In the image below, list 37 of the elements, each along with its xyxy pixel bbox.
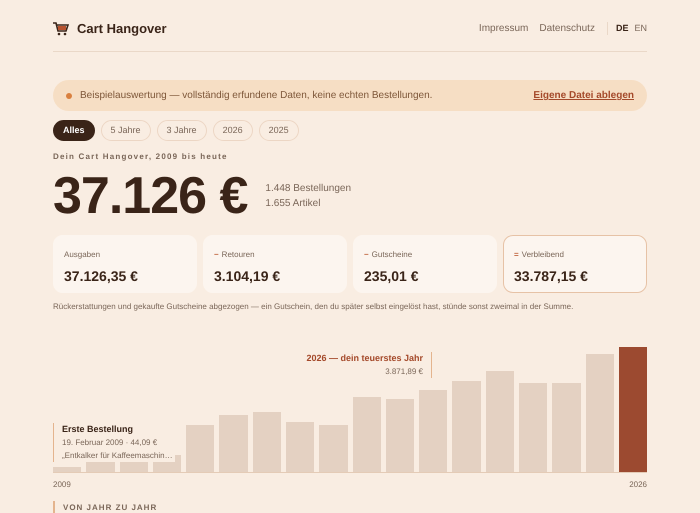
nav-link[interactable]: Datenschutz [539,21,595,36]
callout-item: „Entkalker für Kaffeemaschin… [62,450,173,462]
callout-title: Erste Bestellung [62,423,134,436]
axis-label: 2009 [53,479,71,491]
filter-pill[interactable]: Alles [53,120,95,141]
section-heading: VON JAHR ZU JAHR [63,503,158,512]
brand-name: Cart Hangover [77,20,167,38]
card-value: 37.126,35 € [64,267,139,286]
total-amount: 37.126 € [53,166,248,227]
filter-pill[interactable]: 3 Jahre [156,120,207,141]
axis-label: 2026 [629,479,647,491]
banner-text: Beispielauswertung — vollständig erfundene Daten, keine echten Bestellungen. [80,89,432,103]
stat-text: 1.655 Artikel [265,197,322,211]
card-value: 3.104,19 € [214,267,282,286]
card-label: Verbleibend [522,249,564,261]
shopping-cart-icon [53,22,69,36]
nav-link[interactable]: Impressum [478,21,528,36]
footnote-text: Rückerstattungen und gekaufte Gutscheine abgezogen — ein Gutschein, den du später selbst eingelöst hast, stünde sonst zweimal in der Summe. [53,301,574,313]
filter-pill[interactable]: 5 Jahre [100,120,151,141]
operator-sign: − [214,249,219,261]
card-label: Gutscheine [372,249,412,261]
period-subtitle: Dein Cart Hangover, 2009 bis heute [53,151,229,163]
callout-date: 19. Februar 2009 · 44,09 € [62,437,158,449]
operator-sign: = [514,249,519,261]
callout-title: 2026 — dein teuerstes Jahr [306,352,423,365]
upload-link[interactable]: Eigene Datei ablegen [533,88,634,103]
language-link[interactable]: DE [616,22,628,36]
language-link[interactable]: EN [634,22,647,36]
operator-sign: − [364,249,369,261]
card-label: Retouren [222,249,255,261]
filter-pill[interactable]: 2025 [258,120,299,141]
card-value: 33.787,15 € [514,267,589,286]
callout-amount: 3.871,89 € [384,366,423,378]
stat-text: 1.448 Bestellungen [265,182,352,196]
filter-pill[interactable]: 2026 [212,120,253,141]
card-label: Ausgaben [64,249,100,261]
card-value: 235,01 € [364,267,420,286]
